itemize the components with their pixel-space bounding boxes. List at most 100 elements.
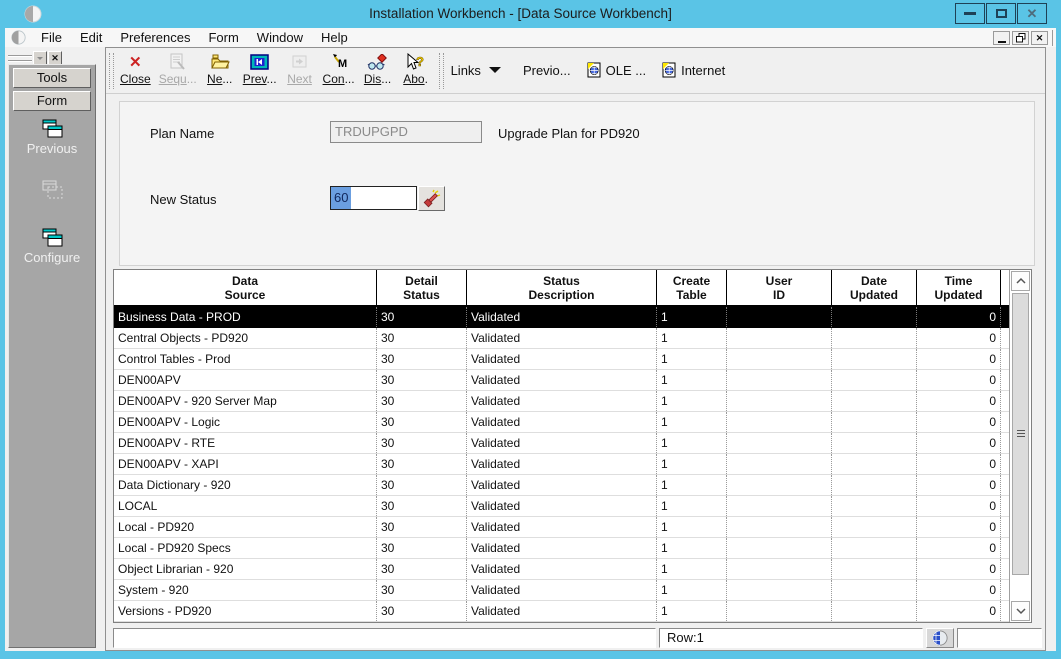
titlebar[interactable]: Installation Workbench - [Data Source Wo… — [0, 0, 1061, 28]
cell-time-updated[interactable]: 0 — [917, 559, 1001, 579]
menu-item-window[interactable]: Window — [248, 28, 312, 47]
new-status-input[interactable]: 60 — [330, 186, 417, 210]
grid-vertical-scrollbar[interactable] — [1009, 270, 1031, 622]
cell-create-table[interactable]: 1 — [657, 328, 727, 348]
cell-data-source[interactable]: LOCAL — [114, 496, 377, 516]
table-row[interactable]: Local - PD920 Specs30Validated10 — [114, 538, 1031, 559]
cell-detail-status[interactable]: 30 — [377, 580, 467, 600]
cell-time-updated[interactable]: 0 — [917, 475, 1001, 495]
menu-item-edit[interactable]: Edit — [71, 28, 111, 47]
table-row[interactable]: Business Data - PROD30Validated10 — [114, 307, 1031, 328]
cell-data-source[interactable]: Local - PD920 — [114, 517, 377, 537]
cell-create-table[interactable]: 1 — [657, 412, 727, 432]
toolbar-link-ole[interactable]: OLE ... — [587, 62, 646, 78]
cell-create-table[interactable]: 1 — [657, 349, 727, 369]
table-row[interactable]: DEN00APV - 920 Server Map30Validated10 — [114, 391, 1031, 412]
cell-detail-status[interactable]: 30 — [377, 370, 467, 390]
cell-data-source[interactable]: Versions - PD920 — [114, 601, 377, 621]
cell-date-updated[interactable] — [832, 370, 917, 390]
cell-date-updated[interactable] — [832, 412, 917, 432]
cell-status-description[interactable]: Validated — [467, 475, 657, 495]
cell-detail-status[interactable]: 30 — [377, 517, 467, 537]
toolbar-link-internet[interactable]: Internet — [662, 62, 725, 78]
cell-data-source[interactable]: Data Dictionary - 920 — [114, 475, 377, 495]
cell-date-updated[interactable] — [832, 349, 917, 369]
cell-detail-status[interactable]: 30 — [377, 349, 467, 369]
cell-create-table[interactable]: 1 — [657, 517, 727, 537]
cell-detail-status[interactable]: 30 — [377, 496, 467, 516]
table-row[interactable]: Local - PD92030Validated1 0 — [114, 517, 1031, 538]
cell-status-description[interactable]: Validated — [467, 496, 657, 516]
cell-date-updated[interactable] — [832, 559, 917, 579]
fastpath-dropdown-button[interactable] — [33, 51, 47, 65]
scrollbar-thumb[interactable] — [1012, 293, 1029, 575]
cell-date-updated[interactable] — [832, 517, 917, 537]
cell-detail-status[interactable]: 30 — [377, 391, 467, 411]
cell-detail-status[interactable]: 30 — [377, 307, 467, 327]
cell-date-updated[interactable] — [832, 454, 917, 474]
cell-data-source[interactable]: Control Tables - Prod — [114, 349, 377, 369]
cell-user-id[interactable] — [727, 454, 832, 474]
cell-detail-status[interactable]: 30 — [377, 454, 467, 474]
cell-create-table[interactable]: 1 — [657, 559, 727, 579]
column-header-date-updated[interactable]: DateUpdated — [832, 270, 917, 305]
cell-user-id[interactable] — [727, 307, 832, 327]
table-row[interactable]: DEN00APV - Logic30Validated10 — [114, 412, 1031, 433]
cell-user-id[interactable] — [727, 412, 832, 432]
table-row[interactable]: DEN00APV - RTE30Validated10 — [114, 433, 1031, 454]
cell-date-updated[interactable] — [832, 433, 917, 453]
cell-user-id[interactable] — [727, 475, 832, 495]
cell-create-table[interactable]: 1 — [657, 538, 727, 558]
fastpath-handle[interactable] — [8, 55, 32, 62]
links-label[interactable]: Links — [451, 63, 481, 78]
cell-status-description[interactable]: Validated — [467, 517, 657, 537]
menu-item-help[interactable]: Help — [312, 28, 357, 47]
table-row[interactable]: DEN00APV30Validated10 — [114, 370, 1031, 391]
cell-time-updated[interactable]: 0 — [917, 496, 1001, 516]
table-row[interactable]: Control Tables - Prod30Validated10 — [114, 349, 1031, 370]
cell-time-updated[interactable]: 0 — [917, 580, 1001, 600]
sidebar-tab-form[interactable]: Form — [13, 91, 91, 111]
cell-data-source[interactable]: Local - PD920 Specs — [114, 538, 377, 558]
toolbar-grip[interactable] — [439, 53, 444, 89]
sidebar-item-previous[interactable]: Previous — [9, 117, 95, 156]
scroll-down-button[interactable] — [1011, 601, 1030, 621]
cell-date-updated[interactable] — [832, 580, 917, 600]
cell-detail-status[interactable]: 30 — [377, 601, 467, 621]
cell-time-updated[interactable]: 0 — [917, 349, 1001, 369]
cell-time-updated[interactable]: 0 — [917, 517, 1001, 537]
cell-detail-status[interactable]: 30 — [377, 328, 467, 348]
cell-status-description[interactable]: Validated — [467, 454, 657, 474]
cell-data-source[interactable]: DEN00APV - 920 Server Map — [114, 391, 377, 411]
toolbar-button-close[interactable]: ✕Close — [117, 51, 154, 91]
cell-date-updated[interactable] — [832, 475, 917, 495]
cell-detail-status[interactable]: 30 — [377, 412, 467, 432]
table-row[interactable]: Central Objects - PD92030Validated10 — [114, 328, 1031, 349]
cell-create-table[interactable]: 1 — [657, 391, 727, 411]
toolbar-link-previo[interactable]: Previo... — [523, 62, 571, 78]
toolbar-button-con[interactable]: MCon... — [320, 51, 358, 91]
cell-user-id[interactable] — [727, 433, 832, 453]
cell-user-id[interactable] — [727, 517, 832, 537]
cell-status-description[interactable]: Validated — [467, 412, 657, 432]
maximize-button[interactable] — [986, 3, 1016, 24]
minimize-button[interactable] — [955, 3, 985, 24]
cell-create-table[interactable]: 1 — [657, 454, 727, 474]
column-header-create-table[interactable]: CreateTable — [657, 270, 727, 305]
cell-date-updated[interactable] — [832, 496, 917, 516]
cell-status-description[interactable]: Validated — [467, 328, 657, 348]
links-dropdown-icon[interactable] — [489, 67, 501, 79]
scroll-up-button[interactable] — [1011, 271, 1030, 291]
cell-time-updated[interactable]: 0 — [917, 370, 1001, 390]
cell-create-table[interactable]: 1 — [657, 307, 727, 327]
cell-time-updated[interactable]: 0 — [917, 412, 1001, 432]
cell-user-id[interactable] — [727, 559, 832, 579]
cell-status-description[interactable]: Validated — [467, 580, 657, 600]
cell-user-id[interactable] — [727, 370, 832, 390]
cell-status-description[interactable]: Validated — [467, 538, 657, 558]
cell-create-table[interactable]: 1 — [657, 580, 727, 600]
column-header-status-description[interactable]: StatusDescription — [467, 270, 657, 305]
cell-user-id[interactable] — [727, 391, 832, 411]
table-row[interactable]: DEN00APV - XAPI30Validated10 — [114, 454, 1031, 475]
menu-item-file[interactable]: File — [32, 28, 71, 47]
